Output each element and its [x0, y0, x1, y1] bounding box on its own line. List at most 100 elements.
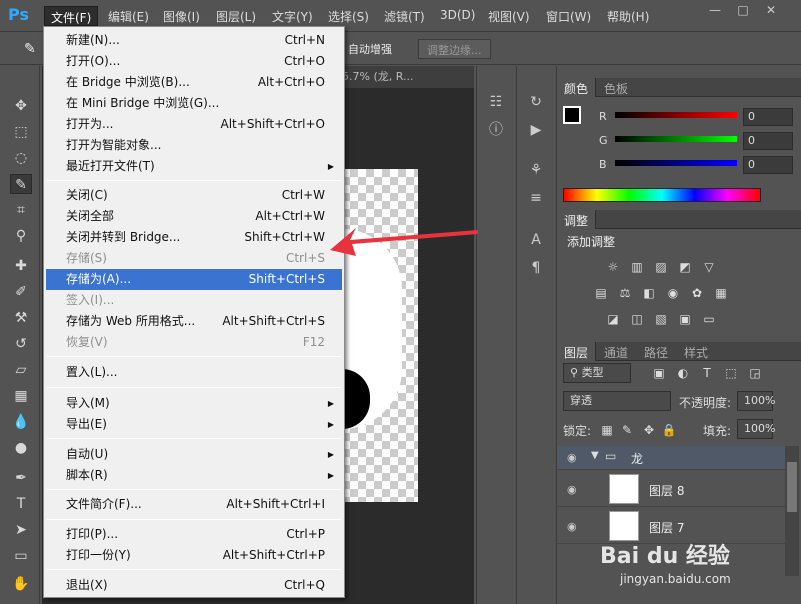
close-icon[interactable]: ✕ — [758, 2, 784, 18]
gradient-map-icon[interactable]: ▭ — [701, 312, 717, 326]
menu-export[interactable]: 导出(E) ▶ — [46, 414, 342, 435]
quick-selection-tool-icon[interactable]: ✎ — [10, 174, 32, 194]
selective-color-icon[interactable]: ▣ — [677, 312, 693, 326]
tab-adjustments[interactable]: 调整 — [557, 210, 597, 229]
menu-save[interactable]: 存储(S) Ctrl+S — [46, 248, 342, 269]
tab-swatches[interactable]: 色板 — [597, 78, 635, 97]
menu-close-all[interactable]: 关闭全部 Alt+Ctrl+W — [46, 206, 342, 227]
refine-edge-button[interactable]: 调整边缘... — [418, 39, 491, 59]
tab-layers[interactable]: 图层 — [557, 342, 597, 361]
healing-brush-tool-icon[interactable]: ✚ — [10, 256, 32, 276]
red-track[interactable] — [615, 112, 737, 118]
green-channel-slider[interactable]: G 0 — [597, 132, 797, 152]
photo-filter-icon[interactable]: ◉ — [665, 286, 681, 300]
menu-type[interactable]: 文字(Y) — [266, 6, 319, 26]
filter-adjustment-icon[interactable]: ◐ — [675, 366, 691, 380]
vibrance-icon[interactable]: ▽ — [701, 260, 717, 274]
filter-type-icon[interactable]: T — [699, 366, 715, 380]
lock-transparent-icon[interactable]: ▦ — [599, 423, 615, 437]
menu-new[interactable]: 新建(N)... Ctrl+N — [46, 30, 342, 51]
hand-tool-icon[interactable]: ✋ — [10, 574, 32, 594]
menu-open-as[interactable]: 打开为... Alt+Shift+Ctrl+O — [46, 114, 342, 135]
visibility-eye-icon[interactable]: ◉ — [567, 451, 577, 464]
history-brush-tool-icon[interactable]: ↺ — [10, 334, 32, 354]
tool-presets-icon[interactable]: ⚘ — [526, 160, 546, 180]
layer-filter-select[interactable]: ⚲ 类型 — [563, 363, 631, 383]
invert-icon[interactable]: ◪ — [605, 312, 621, 326]
color-spectrum-bar[interactable] — [563, 188, 761, 202]
layer-row[interactable]: ◉ 图层 8 — [557, 471, 785, 507]
curves-icon[interactable]: ▨ — [653, 260, 669, 274]
menu-help[interactable]: 帮助(H) — [601, 6, 655, 26]
menu-image[interactable]: 图像(I) — [157, 6, 206, 26]
green-track[interactable] — [615, 136, 737, 142]
history-panel-icon[interactable]: ↻ — [526, 92, 546, 112]
blend-mode-select[interactable]: 穿透 — [563, 391, 671, 411]
foreground-color-swatch[interactable] — [563, 106, 581, 124]
menu-scripts[interactable]: 脚本(R) ▶ — [46, 465, 342, 486]
menu-3d[interactable]: 3D(D) — [434, 6, 481, 26]
menu-automate[interactable]: 自动(U) ▶ — [46, 444, 342, 465]
shape-tool-icon[interactable]: ▭ — [10, 546, 32, 566]
menu-open-recent[interactable]: 最近打开文件(T) ▶ — [46, 156, 342, 177]
menu-browse-mini-bridge[interactable]: 在 Mini Bridge 中浏览(G)... — [46, 93, 342, 114]
lock-image-icon[interactable]: ✎ — [619, 423, 635, 437]
scrollbar-thumb[interactable] — [787, 462, 797, 512]
filter-smart-object-icon[interactable]: ◲ — [747, 366, 763, 380]
menu-close-and-go-to-bridge[interactable]: 关闭并转到 Bridge... Shift+Ctrl+W — [46, 227, 342, 248]
move-tool-icon[interactable]: ✥ — [10, 96, 32, 116]
maximize-icon[interactable]: □ — [730, 2, 756, 18]
menu-edit[interactable]: 编辑(E) — [102, 6, 155, 26]
blur-tool-icon[interactable]: 💧 — [10, 412, 32, 432]
character-panel-icon[interactable]: A — [526, 230, 546, 250]
history-icon[interactable]: ☷ — [486, 92, 506, 112]
black-white-icon[interactable]: ◧ — [641, 286, 657, 300]
auto-enhance-checkbox[interactable]: 自动增强 — [340, 39, 400, 59]
type-tool-icon[interactable]: T — [10, 494, 32, 514]
visibility-eye-icon[interactable]: ◉ — [567, 520, 577, 533]
menu-browse-bridge[interactable]: 在 Bridge 中浏览(B)... Alt+Ctrl+O — [46, 72, 342, 93]
menu-save-as[interactable]: 存储为(A)... Shift+Ctrl+S — [46, 269, 342, 290]
visibility-eye-icon[interactable]: ◉ — [567, 483, 577, 496]
eyedropper-tool-icon[interactable]: ⚲ — [10, 226, 32, 246]
hue-saturation-icon[interactable]: ▤ — [593, 286, 609, 300]
menu-print[interactable]: 打印(P)... Ctrl+P — [46, 524, 342, 545]
menu-open-as-smart-object[interactable]: 打开为智能对象... — [46, 135, 342, 156]
color-balance-icon[interactable]: ⚖ — [617, 286, 633, 300]
menu-exit[interactable]: 退出(X) Ctrl+Q — [46, 575, 342, 596]
layer-group-row[interactable]: ◉ ▼ ▭ 龙 — [557, 446, 785, 470]
minimize-icon[interactable]: — — [702, 2, 728, 18]
group-expand-icon[interactable]: ▼ — [591, 450, 599, 461]
clone-stamp-tool-icon[interactable]: ⚒ — [10, 308, 32, 328]
paragraph-panel-icon[interactable]: ¶ — [526, 258, 546, 278]
blue-channel-slider[interactable]: B 0 — [597, 156, 797, 176]
brightness-contrast-icon[interactable]: ☼ — [605, 260, 621, 274]
marquee-tool-icon[interactable]: ⬚ — [10, 122, 32, 142]
channel-mixer-icon[interactable]: ✿ — [689, 286, 705, 300]
posterize-icon[interactable]: ◫ — [629, 312, 645, 326]
menu-layer[interactable]: 图层(L) — [210, 6, 262, 26]
tab-channels[interactable]: 通道 — [597, 342, 635, 361]
quick-select-brush-icon[interactable]: ✎ — [16, 39, 44, 59]
menu-print-one-copy[interactable]: 打印一份(Y) Alt+Shift+Ctrl+P — [46, 545, 342, 566]
red-value-input[interactable]: 0 — [743, 108, 793, 126]
layers-scrollbar[interactable] — [785, 446, 799, 576]
menu-place[interactable]: 置入(L)... — [46, 362, 342, 383]
lock-all-icon[interactable]: 🔒 — [661, 423, 677, 437]
pen-tool-icon[interactable]: ✒ — [10, 468, 32, 488]
document-canvas[interactable] — [342, 169, 418, 502]
lock-position-icon[interactable]: ✥ — [641, 423, 657, 437]
menu-check-in[interactable]: 签入(I)... — [46, 290, 342, 311]
green-value-input[interactable]: 0 — [743, 132, 793, 150]
threshold-icon[interactable]: ▧ — [653, 312, 669, 326]
menu-open[interactable]: 打开(O)... Ctrl+O — [46, 51, 342, 72]
tab-styles[interactable]: 样式 — [677, 342, 715, 361]
tab-paths[interactable]: 路径 — [637, 342, 675, 361]
path-selection-tool-icon[interactable]: ➤ — [10, 520, 32, 540]
menu-file[interactable]: 文件(F) — [44, 6, 99, 26]
menu-view[interactable]: 视图(V) — [482, 6, 536, 26]
info-icon[interactable]: ⓘ — [486, 120, 506, 140]
fill-input[interactable]: 100% — [737, 419, 775, 439]
color-lookup-icon[interactable]: ▦ — [713, 286, 729, 300]
gradient-tool-icon[interactable]: ▦ — [10, 386, 32, 406]
